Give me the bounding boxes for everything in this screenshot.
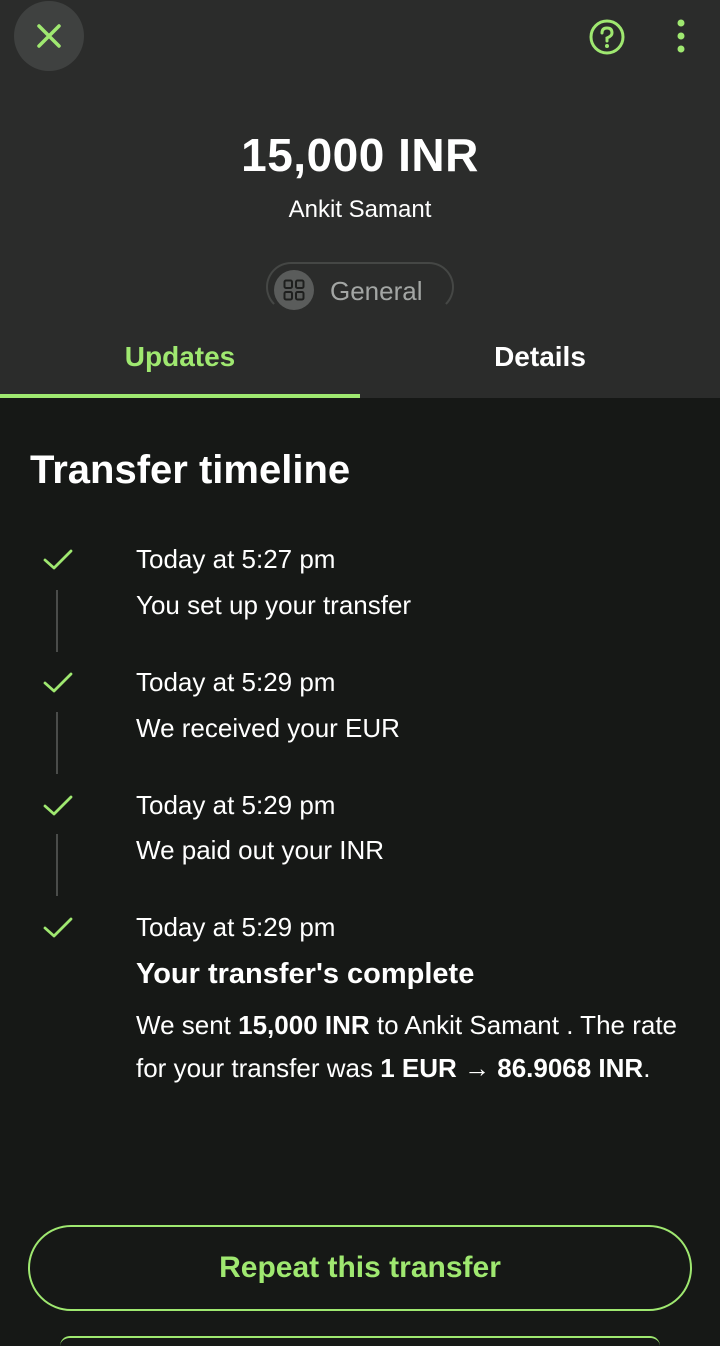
close-button[interactable] [14,1,84,71]
event-time: Today at 5:29 pm [136,912,336,942]
category-chip[interactable]: General [266,262,454,312]
check-icon [43,672,73,693]
more-vertical-icon [677,19,685,53]
grid-icon [274,270,314,310]
exchange-rate: 1 EUR → 86.9068 INR [380,1053,644,1083]
sent-amount: 15,000 INR [238,1010,370,1040]
check-icon [43,795,73,816]
recipient-name: Ankit Samant [288,196,432,223]
event-body: We sent 15,000 INR to Ankit Samant . The… [136,1004,696,1090]
event-heading: Your transfer's complete [136,958,475,990]
tab-updates[interactable]: Updates [0,336,360,398]
timeline-connector [56,834,58,896]
timeline-connector [56,590,58,652]
more-options-button[interactable] [666,16,696,56]
event-description: We paid out your INR [136,835,385,865]
event-time: Today at 5:27 pm [136,544,336,574]
tab-details[interactable]: Details [360,336,720,398]
check-icon [43,549,73,570]
event-time: Today at 5:29 pm [136,790,336,820]
check-icon [43,917,73,938]
repeat-transfer-button[interactable]: Repeat this transfer [28,1225,692,1311]
help-circle-icon [589,19,625,55]
timeline-connector [56,712,58,774]
body-text: We sent [136,1010,239,1040]
next-button-edge[interactable] [60,1336,660,1346]
transfer-amount: 15,000 INR [241,129,479,181]
event-time: Today at 5:29 pm [136,667,336,697]
category-label: General [330,276,423,306]
timeline-title: Transfer timeline [30,448,351,492]
body-text: . [643,1053,651,1083]
active-tab-indicator [0,394,360,398]
event-description: We received your EUR [136,713,400,743]
event-description: You set up your transfer [136,590,412,620]
transfer-header: 15,000 INR Ankit Samant General Updates … [0,0,720,398]
help-button[interactable] [584,14,630,60]
close-icon [37,24,61,48]
